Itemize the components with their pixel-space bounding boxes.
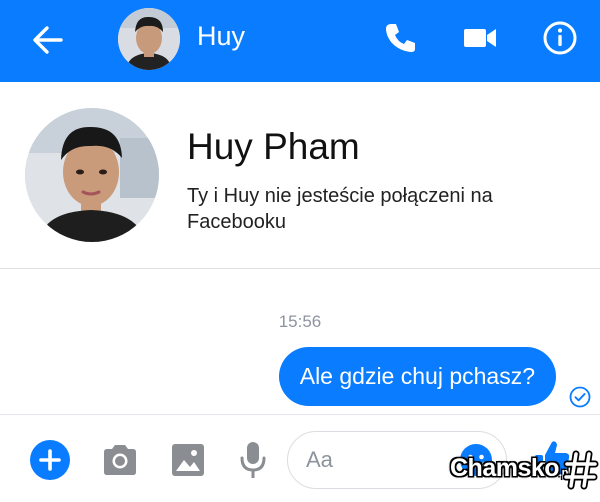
profile-card: Huy Pham Ty i Huy nie jesteście połączen… bbox=[0, 82, 600, 269]
seen-check-icon bbox=[569, 386, 591, 408]
phone-icon[interactable] bbox=[380, 18, 420, 58]
message-input[interactable] bbox=[306, 432, 456, 488]
connection-status-text: Ty i Huy nie jesteście połączeni na Face… bbox=[187, 185, 493, 233]
watermark-text: Chamsko bbox=[450, 454, 560, 482]
header-title[interactable]: Huy bbox=[197, 21, 245, 52]
video-camera-icon[interactable] bbox=[460, 18, 500, 58]
profile-name: Huy Pham bbox=[187, 126, 360, 167]
plus-icon[interactable] bbox=[30, 440, 70, 480]
hash-logo-icon bbox=[563, 450, 599, 490]
message-timestamp: 15:56 bbox=[278, 312, 322, 331]
profile-avatar[interactable] bbox=[25, 108, 159, 242]
microphone-icon[interactable] bbox=[238, 440, 268, 480]
info-icon[interactable] bbox=[540, 18, 580, 58]
image-icon[interactable] bbox=[168, 442, 208, 478]
camera-icon[interactable] bbox=[100, 442, 140, 478]
header-avatar[interactable] bbox=[118, 8, 180, 70]
outgoing-message-bubble[interactable]: Ale gdzie chuj pchasz? bbox=[278, 347, 556, 406]
arrow-left-icon[interactable] bbox=[28, 20, 68, 60]
message-list: 15:56 Ale gdzie chuj pchasz? bbox=[0, 269, 600, 414]
conversation-header: Huy bbox=[0, 0, 600, 82]
